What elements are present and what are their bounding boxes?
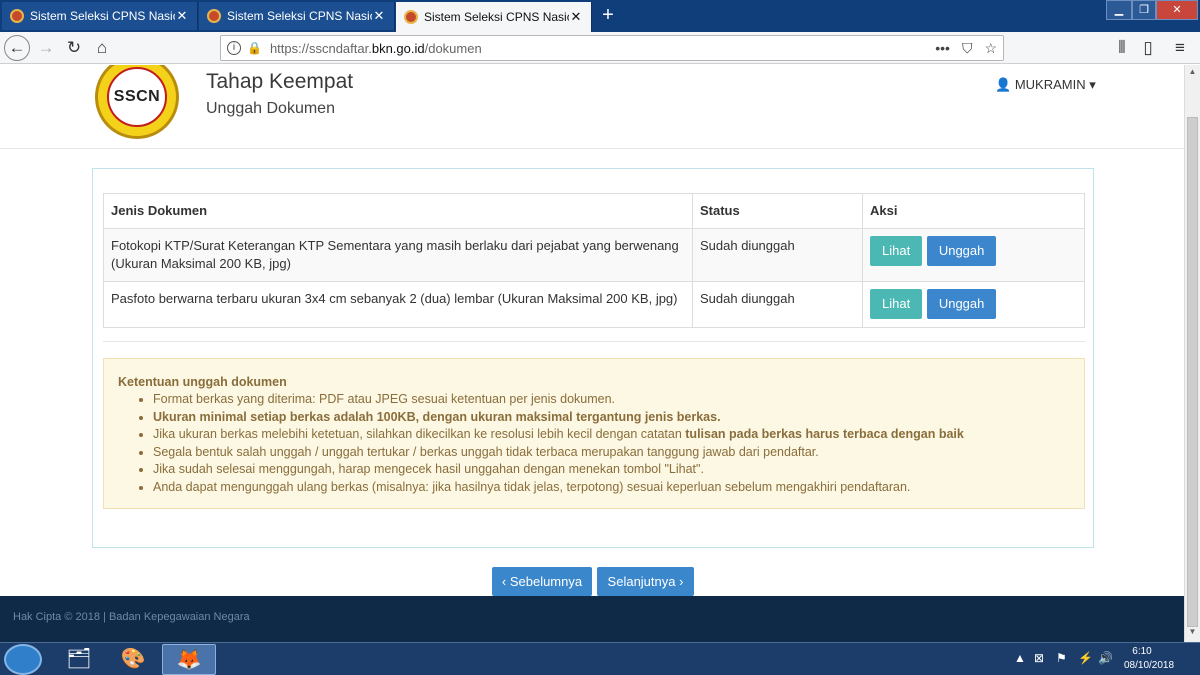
- home-icon[interactable]: ⌂: [90, 36, 114, 60]
- notice-item: Jika ukuran berkas melebihi ketetuan, si…: [153, 426, 1070, 444]
- document-status: Sudah diunggah: [692, 228, 863, 282]
- notice-list: Format berkas yang diterima: PDF atau JP…: [118, 391, 1070, 496]
- sidebar-icon[interactable]: ▯: [1136, 36, 1160, 60]
- view-button[interactable]: Lihat: [870, 236, 923, 266]
- site-favicon-icon: [10, 9, 24, 23]
- page-viewport: SSCN Tahap Keempat Unggah Dokumen 👤 MUKR…: [0, 65, 1184, 642]
- close-window-icon[interactable]: ✕: [1156, 0, 1198, 20]
- divider: [103, 341, 1085, 342]
- table-row: Fotokopi KTP/Surat Keterangan KTP Sement…: [103, 228, 1085, 282]
- page-footer: Hak Cipta © 2018 | Badan Kepegawaian Neg…: [0, 596, 1184, 642]
- firefox-icon[interactable]: 🦊: [162, 644, 216, 675]
- browser-tab-1[interactable]: Sistem Seleksi CPNS Nasional 2 ✕: [2, 2, 198, 30]
- previous-button[interactable]: ‹ Sebelumnya: [492, 567, 592, 596]
- document-name: Fotokopi KTP/Surat Keterangan KTP Sement…: [103, 228, 693, 282]
- logo-text: SSCN: [107, 67, 167, 127]
- browser-tab-2[interactable]: Sistem Seleksi CPNS Nasional 2 ✕: [199, 2, 395, 30]
- scroll-up-arrow-icon[interactable]: ▲: [1185, 67, 1200, 81]
- upload-button[interactable]: Unggah: [926, 236, 997, 266]
- caret-down-icon: ▾: [1089, 77, 1096, 92]
- forward-arrow-icon[interactable]: →: [34, 36, 58, 60]
- file-explorer-icon[interactable]: 🗂: [52, 644, 106, 675]
- document-actions: Lihat Unggah: [862, 228, 1085, 282]
- document-status: Sudah diunggah: [692, 281, 863, 328]
- user-menu[interactable]: 👤 MUKRAMIN ▾: [995, 77, 1096, 93]
- back-arrow-icon[interactable]: ←: [4, 35, 30, 61]
- scrollbar-thumb[interactable]: [1187, 117, 1198, 627]
- user-name: MUKRAMIN: [1014, 77, 1086, 92]
- show-hidden-icons-icon[interactable]: ▲: [1014, 651, 1026, 665]
- page-title: Tahap Keempat: [206, 70, 354, 93]
- notice-item: Format berkas yang diterima: PDF atau JP…: [153, 391, 1070, 409]
- clock-date: 08/10/2018: [1124, 660, 1175, 671]
- document-name: Pasfoto berwarna terbaru ukuran 3x4 cm s…: [103, 281, 693, 328]
- library-icon[interactable]: ⫴: [1110, 36, 1134, 60]
- restore-window-icon[interactable]: ❐: [1132, 0, 1156, 20]
- upload-rules-notice: Ketentuan unggah dokumen Format berkas y…: [103, 358, 1085, 509]
- page-header: SSCN Tahap Keempat Unggah Dokumen 👤 MUKR…: [0, 65, 1184, 149]
- new-tab-plus-icon[interactable]: +: [596, 4, 620, 28]
- lock-icon[interactable]: 🔒: [247, 41, 262, 55]
- notice-title: Ketentuan unggah dokumen: [118, 375, 287, 389]
- notice-item: Anda dapat mengunggah ulang berkas (misa…: [153, 479, 1070, 497]
- column-header: Status: [692, 193, 863, 229]
- minimize-window-icon[interactable]: ▁: [1106, 0, 1132, 20]
- url-text[interactable]: https://sscndaftar.bkn.go.id/dokumen: [270, 41, 923, 56]
- table-row: Pasfoto berwarna terbaru ukuran 3x4 cm s…: [103, 281, 1085, 328]
- scroll-down-arrow-icon[interactable]: ▼: [1185, 627, 1200, 641]
- notice-item: Ukuran minimal setiap berkas adalah 100K…: [153, 409, 1070, 427]
- tab-label: Sistem Seleksi CPNS Nasional: [424, 10, 569, 24]
- documents-table: Jenis Dokumen Status Aksi Fotokopi KTP/S…: [103, 193, 1085, 328]
- bookmark-star-icon[interactable]: ☆: [984, 40, 997, 57]
- page-actions-icon[interactable]: •••: [935, 40, 950, 56]
- browser-toolbar: ← → ↻ ⌂ i 🔒 https://sscndaftar.bkn.go.id…: [0, 32, 1200, 64]
- upload-button[interactable]: Unggah: [926, 289, 997, 319]
- column-header: Jenis Dokumen: [103, 193, 693, 229]
- reload-icon[interactable]: ↻: [62, 36, 86, 60]
- browser-tabstrip: Sistem Seleksi CPNS Nasional 2 ✕ Sistem …: [0, 0, 1200, 32]
- taskbar-clock[interactable]: 6:10 08/10/2018: [1124, 645, 1175, 673]
- clock-time: 6:10: [1132, 646, 1152, 657]
- tab-label: Sistem Seleksi CPNS Nasional 2: [30, 9, 175, 23]
- table-header-row: Jenis Dokumen Status Aksi: [103, 193, 1085, 229]
- sscn-logo: SSCN: [95, 65, 179, 139]
- action-center-flag-icon[interactable]: ⚑: [1056, 651, 1067, 665]
- notice-item: Segala bentuk salah unggah / unggah tert…: [153, 444, 1070, 462]
- network-icon[interactable]: ⊠: [1034, 651, 1044, 665]
- document-actions: Lihat Unggah: [862, 281, 1085, 328]
- document-panel: Jenis Dokumen Status Aksi Fotokopi KTP/S…: [92, 168, 1094, 548]
- browser-tab-3-active[interactable]: Sistem Seleksi CPNS Nasional ✕: [396, 2, 592, 32]
- tab-label: Sistem Seleksi CPNS Nasional 2: [227, 9, 372, 23]
- close-icon[interactable]: ✕: [569, 9, 583, 25]
- volume-icon[interactable]: 🔊: [1098, 651, 1113, 665]
- pocket-icon[interactable]: ⛉: [962, 40, 973, 57]
- close-icon[interactable]: ✕: [175, 8, 189, 24]
- next-button[interactable]: Selanjutnya ›: [597, 567, 694, 596]
- page-scrollbar[interactable]: ▲ ▼: [1184, 65, 1200, 642]
- address-bar[interactable]: i 🔒 https://sscndaftar.bkn.go.id/dokumen…: [220, 35, 1004, 61]
- site-favicon-icon: [207, 9, 221, 23]
- power-icon[interactable]: ⚡: [1078, 651, 1093, 665]
- close-icon[interactable]: ✕: [372, 8, 386, 24]
- paint-icon[interactable]: 🎨: [106, 644, 160, 675]
- menu-hamburger-icon[interactable]: ≡: [1168, 36, 1192, 60]
- column-header: Aksi: [862, 193, 1085, 229]
- site-info-icon[interactable]: i: [227, 41, 241, 55]
- user-icon: 👤: [995, 77, 1012, 92]
- copyright-text: Hak Cipta © 2018 | Badan Kepegawaian Neg…: [13, 611, 250, 623]
- windows-taskbar: 🗂 🎨 🦊 ▲ ⊠ ⚑ ⚡ 🔊 6:10 08/10/2018: [0, 642, 1200, 675]
- view-button[interactable]: Lihat: [870, 289, 923, 319]
- site-favicon-icon: [404, 10, 418, 24]
- page-subtitle: Unggah Dokumen: [206, 100, 335, 117]
- notice-item: Jika sudah selesai menggungah, harap men…: [153, 461, 1070, 479]
- start-button-icon[interactable]: [4, 644, 42, 675]
